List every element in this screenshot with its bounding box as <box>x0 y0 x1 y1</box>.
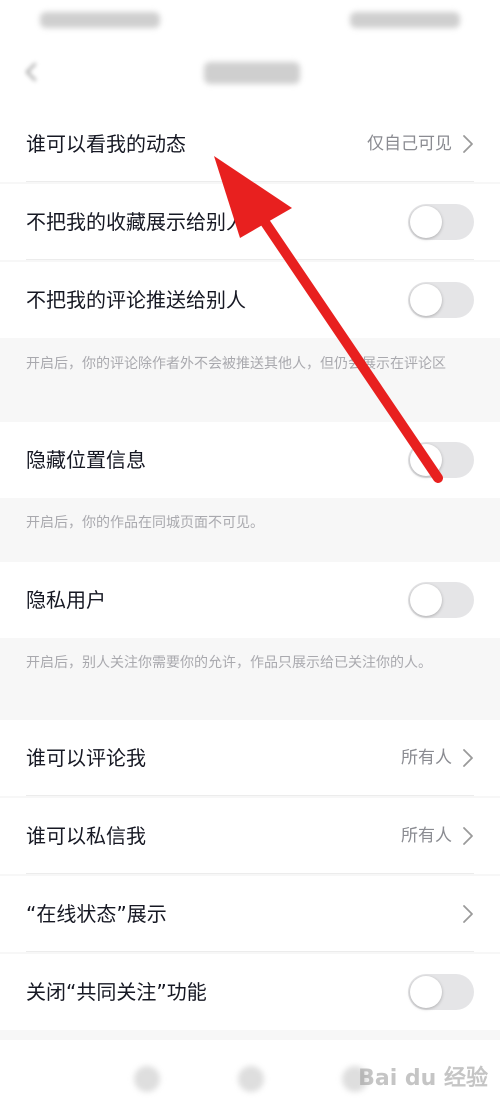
baidu-jingyan-watermark: Bai du 经验 <box>358 1066 488 1091</box>
hide-favorites-toggle[interactable] <box>408 204 474 240</box>
toggle-knob <box>410 584 442 616</box>
hide-comments-push-toggle[interactable] <box>408 282 474 318</box>
who-can-message-value: 所有人 <box>401 826 452 846</box>
who-can-see-activity-row[interactable]: 谁可以看我的动态 仅自己可见 <box>0 106 500 182</box>
chevron-right-icon <box>462 134 474 154</box>
close-mutual-follow-row: 关闭“共同关注”功能 <box>0 954 500 1030</box>
private-user-hint: 开启后，别人关注你需要你的允许，作品只展示给已关注你的人。 <box>26 655 432 671</box>
bottom-nav-item-blur <box>134 1066 160 1092</box>
private-user-row: 隐私用户 <box>0 562 500 638</box>
hide-location-toggle[interactable] <box>408 442 474 478</box>
who-can-see-activity-label: 谁可以看我的动态 <box>26 132 186 156</box>
hide-comments-hint: 开启后，你的评论除作者外不会被推送其他人，但仍会展示在评论区 <box>26 356 446 372</box>
hide-location-hint: 开启后，你的作品在同城页面不可见。 <box>26 515 264 531</box>
close-mutual-follow-toggle[interactable] <box>408 974 474 1010</box>
who-can-message-row[interactable]: 谁可以私信我 所有人 <box>0 798 500 874</box>
row-divider <box>26 873 474 874</box>
toggle-knob <box>410 976 442 1008</box>
hide-location-label: 隐藏位置信息 <box>26 448 146 472</box>
row-divider <box>26 795 474 796</box>
who-can-message-label: 谁可以私信我 <box>26 824 146 848</box>
nav-bar <box>0 40 500 106</box>
online-status-label: “在线状态”展示 <box>26 902 167 926</box>
toggle-knob <box>410 206 442 238</box>
who-can-comment-row[interactable]: 谁可以评论我 所有人 <box>0 720 500 796</box>
status-bar <box>0 0 500 40</box>
row-divider <box>26 259 474 260</box>
hide-location-row: 隐藏位置信息 <box>0 422 500 498</box>
online-status-row[interactable]: “在线状态”展示 <box>0 876 500 952</box>
hide-favorites-label: 不把我的收藏展示给别人 <box>26 210 246 234</box>
row-divider <box>26 951 474 952</box>
who-can-comment-label: 谁可以评论我 <box>26 746 146 770</box>
page-title-blur <box>204 62 300 84</box>
who-can-see-activity-value: 仅自己可见 <box>367 134 452 154</box>
toggle-knob <box>410 444 442 476</box>
hide-favorites-row: 不把我的收藏展示给别人 <box>0 184 500 260</box>
chevron-left-icon[interactable] <box>20 60 44 84</box>
toggle-knob <box>410 284 442 316</box>
chevron-right-icon <box>462 748 474 768</box>
hide-comments-push-label: 不把我的评论推送给别人 <box>26 288 246 312</box>
status-right-blur <box>350 12 460 28</box>
row-divider <box>26 181 474 182</box>
who-can-comment-value: 所有人 <box>401 748 452 768</box>
private-user-label: 隐私用户 <box>26 588 106 612</box>
chevron-right-icon <box>462 826 474 846</box>
hide-comments-push-row: 不把我的评论推送给别人 <box>0 262 500 338</box>
close-mutual-follow-label: 关闭“共同关注”功能 <box>26 980 207 1004</box>
private-user-toggle[interactable] <box>408 582 474 618</box>
chevron-right-icon <box>462 904 474 924</box>
status-left-blur <box>40 12 160 28</box>
bottom-nav-item-blur <box>238 1066 264 1092</box>
